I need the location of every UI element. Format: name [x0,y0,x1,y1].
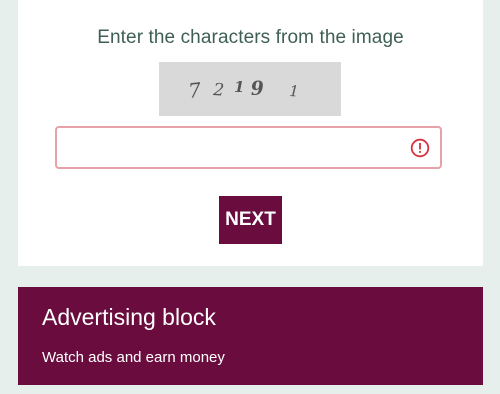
captcha-image: 7 2 1 9 1 [159,62,341,116]
ad-block-title: Advertising block [42,304,216,330]
captcha-card: Enter the characters from the image 7 2 … [18,0,483,266]
captcha-input-wrapper[interactable] [55,126,442,169]
alert-circle-icon [410,138,430,158]
svg-text:9: 9 [250,77,264,100]
captcha-heading: Enter the characters from the image [97,27,404,48]
captcha-input[interactable] [57,128,397,167]
svg-text:7: 7 [187,78,202,103]
next-button[interactable]: NEXT [219,196,282,244]
captcha-glyphs: 7 2 1 9 1 [187,77,299,103]
svg-text:2: 2 [212,80,225,101]
svg-text:1: 1 [234,78,244,96]
svg-text:1: 1 [289,82,299,100]
ad-block-subtitle: Watch ads and earn money [42,349,225,366]
advertising-block[interactable]: Advertising block Watch ads and earn mon… [18,287,483,385]
